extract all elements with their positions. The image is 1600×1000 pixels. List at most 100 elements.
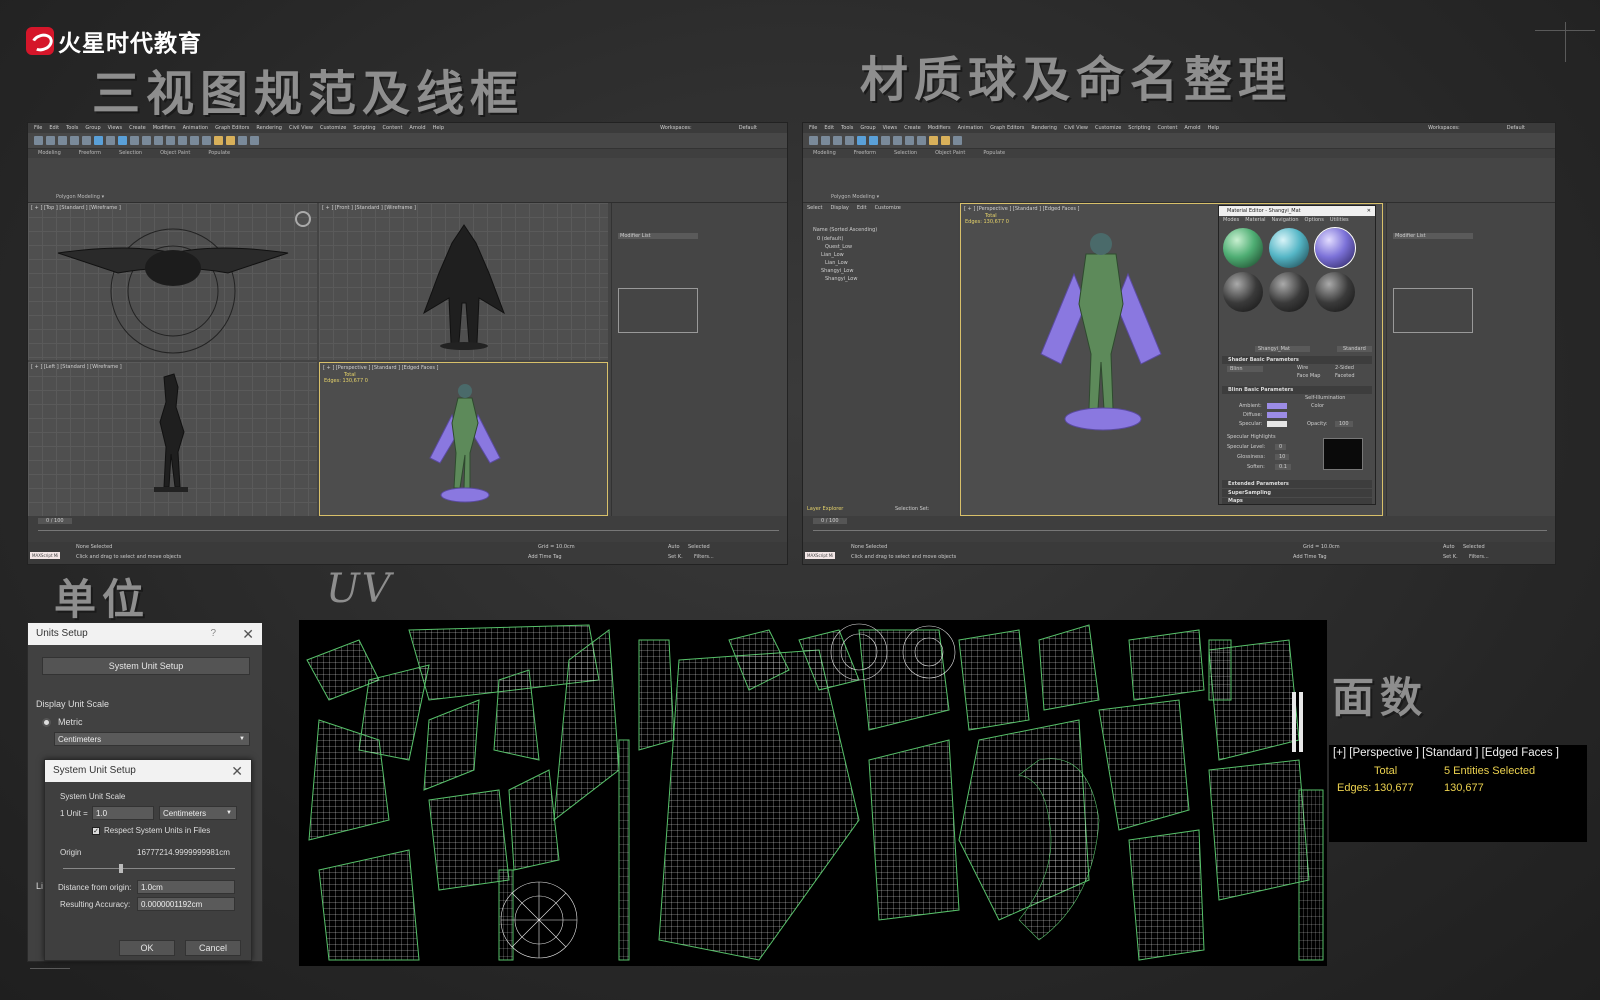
tab-modeling[interactable]: Modeling [813, 149, 836, 158]
scene-menu-display[interactable]: Display [830, 205, 848, 211]
menu-views[interactable]: Views [883, 123, 897, 133]
diffuse-swatch[interactable] [1267, 412, 1287, 418]
rollout-supersampling[interactable]: SuperSampling [1222, 489, 1372, 497]
menu-rendering[interactable]: Rendering [1031, 123, 1057, 133]
material-slot[interactable] [1315, 272, 1355, 312]
mat-menu-utilities[interactable]: Utilities [1330, 217, 1349, 223]
unlink-icon[interactable] [70, 136, 79, 145]
scene-item[interactable]: 0 (default) [817, 235, 857, 243]
mat-menu-material[interactable]: Material [1245, 217, 1265, 223]
add-time-tag[interactable]: Add Time Tag [1293, 554, 1327, 560]
menu-edit[interactable]: Edit [49, 123, 59, 133]
menu-customize[interactable]: Customize [320, 123, 346, 133]
menu-views[interactable]: Views [108, 123, 122, 133]
material-slot-active[interactable] [1314, 227, 1356, 269]
mat-menu-navigation[interactable]: Navigation [1272, 217, 1299, 223]
menu-create[interactable]: Create [129, 123, 146, 133]
material-slot[interactable] [1223, 272, 1263, 312]
frame-counter[interactable]: 0 / 100 [38, 518, 72, 524]
glossiness-field[interactable]: 10 [1275, 454, 1290, 460]
specular-swatch[interactable] [1267, 421, 1287, 427]
menu-civil-view[interactable]: Civil View [289, 123, 313, 133]
scale-icon[interactable] [893, 136, 902, 145]
self-illum-color[interactable]: Color [1311, 403, 1324, 409]
scene-menu-select[interactable]: Select [807, 205, 822, 211]
menu-scripting[interactable]: Scripting [353, 123, 375, 133]
modifier-list-dropdown[interactable]: Modifier List [618, 233, 698, 239]
help-icon[interactable]: ? [210, 623, 216, 645]
menu-help[interactable]: Help [433, 123, 444, 133]
scene-item[interactable]: Quest_Low [817, 243, 857, 251]
viewport-left[interactable]: [ + ] [Left ] [Standard ] [Wireframe ] [28, 362, 317, 516]
timeline-track[interactable] [38, 530, 779, 531]
tab-modeling[interactable]: Modeling [38, 149, 61, 158]
origin-slider-track[interactable] [63, 868, 235, 869]
rollout-blinn-basic[interactable]: Blinn Basic Parameters [1222, 386, 1372, 394]
mirror-icon[interactable] [190, 136, 199, 145]
menu-tools[interactable]: Tools [66, 123, 78, 133]
menu-file[interactable]: File [809, 123, 817, 133]
workspace-dropdown[interactable]: Default [1507, 123, 1525, 133]
menu-content[interactable]: Content [1158, 123, 1178, 133]
rollout-shader-basic[interactable]: Shader Basic Parameters [1222, 356, 1372, 364]
timeline[interactable]: 0 / 100 [803, 516, 1555, 542]
move-icon[interactable] [118, 136, 127, 145]
menu-modifiers[interactable]: Modifiers [928, 123, 951, 133]
timeline[interactable]: 0 / 100 [28, 516, 787, 542]
add-time-tag[interactable]: Add Time Tag [528, 554, 562, 560]
menu-help[interactable]: Help [1208, 123, 1219, 133]
cancel-button[interactable]: Cancel [185, 940, 241, 956]
modifier-stack[interactable] [1393, 288, 1473, 333]
unit-type-dropdown[interactable]: Centimeters [159, 806, 237, 820]
viewport-top[interactable]: [ + ] [Top ] [Standard ] [Wireframe ] [28, 203, 317, 360]
layer-explorer-label[interactable]: Layer Explorer [807, 506, 843, 512]
frame-counter[interactable]: 0 / 100 [813, 518, 847, 524]
viewport-front[interactable]: [ + ] [Front ] [Standard ] [Wireframe ] [319, 203, 608, 360]
menu-arnold[interactable]: Arnold [409, 123, 425, 133]
two-sided-checkbox[interactable]: 2-Sided [1335, 365, 1354, 371]
timeline-track[interactable] [813, 530, 1547, 531]
scene-item[interactable]: Shangyi_Low [817, 267, 857, 275]
ribbon-label[interactable]: Polygon Modeling ▾ [831, 194, 879, 200]
scene-menu-customize[interactable]: Customize [875, 205, 901, 211]
distance-input[interactable]: 1.0cm [137, 880, 235, 894]
soften-field[interactable]: 0.1 [1275, 464, 1291, 470]
faceted-checkbox[interactable]: Faceted [1335, 373, 1355, 379]
scene-item[interactable]: Lian_Low [817, 251, 857, 259]
tab-object-paint[interactable]: Object Paint [160, 149, 190, 158]
bind-icon[interactable] [82, 136, 91, 145]
snap-icon[interactable] [154, 136, 163, 145]
angle-snap-icon[interactable] [166, 136, 175, 145]
mirror-icon[interactable] [917, 136, 926, 145]
align-icon[interactable] [202, 136, 211, 145]
scene-item[interactable]: Shangyi_Low [817, 275, 857, 283]
selected-dropdown[interactable]: Selected [688, 544, 710, 550]
rollout-maps[interactable]: Maps [1222, 498, 1372, 504]
ok-button[interactable]: OK [119, 940, 175, 956]
render-icon[interactable] [250, 136, 259, 145]
menu-tools[interactable]: Tools [841, 123, 853, 133]
shader-dropdown[interactable]: Blinn [1227, 366, 1263, 372]
workspace-dropdown[interactable]: Default [739, 123, 757, 133]
auto-key-button[interactable]: Auto [1443, 544, 1455, 550]
move-icon[interactable] [869, 136, 878, 145]
unit-value-input[interactable]: 1.0 [92, 806, 154, 820]
set-key-button[interactable]: Set K. [668, 554, 683, 560]
system-unit-setup-button[interactable]: System Unit Setup [42, 657, 250, 675]
viewcube-icon[interactable] [295, 211, 311, 227]
menu-customize[interactable]: Customize [1095, 123, 1121, 133]
menu-create[interactable]: Create [904, 123, 921, 133]
origin-slider-handle[interactable] [119, 864, 123, 873]
menu-civil-view[interactable]: Civil View [1064, 123, 1088, 133]
rollout-extended[interactable]: Extended Parameters [1222, 480, 1372, 488]
render-frame-icon[interactable] [941, 136, 950, 145]
menu-graph-editors[interactable]: Graph Editors [990, 123, 1024, 133]
ribbon-label[interactable]: Polygon Modeling ▾ [56, 194, 104, 200]
link-icon[interactable] [58, 136, 67, 145]
material-slot[interactable] [1269, 272, 1309, 312]
close-icon[interactable]: ✕ [231, 760, 243, 782]
menu-content[interactable]: Content [383, 123, 403, 133]
tab-populate[interactable]: Populate [983, 149, 1005, 158]
undo-icon[interactable] [34, 136, 43, 145]
material-slot[interactable] [1269, 228, 1309, 268]
